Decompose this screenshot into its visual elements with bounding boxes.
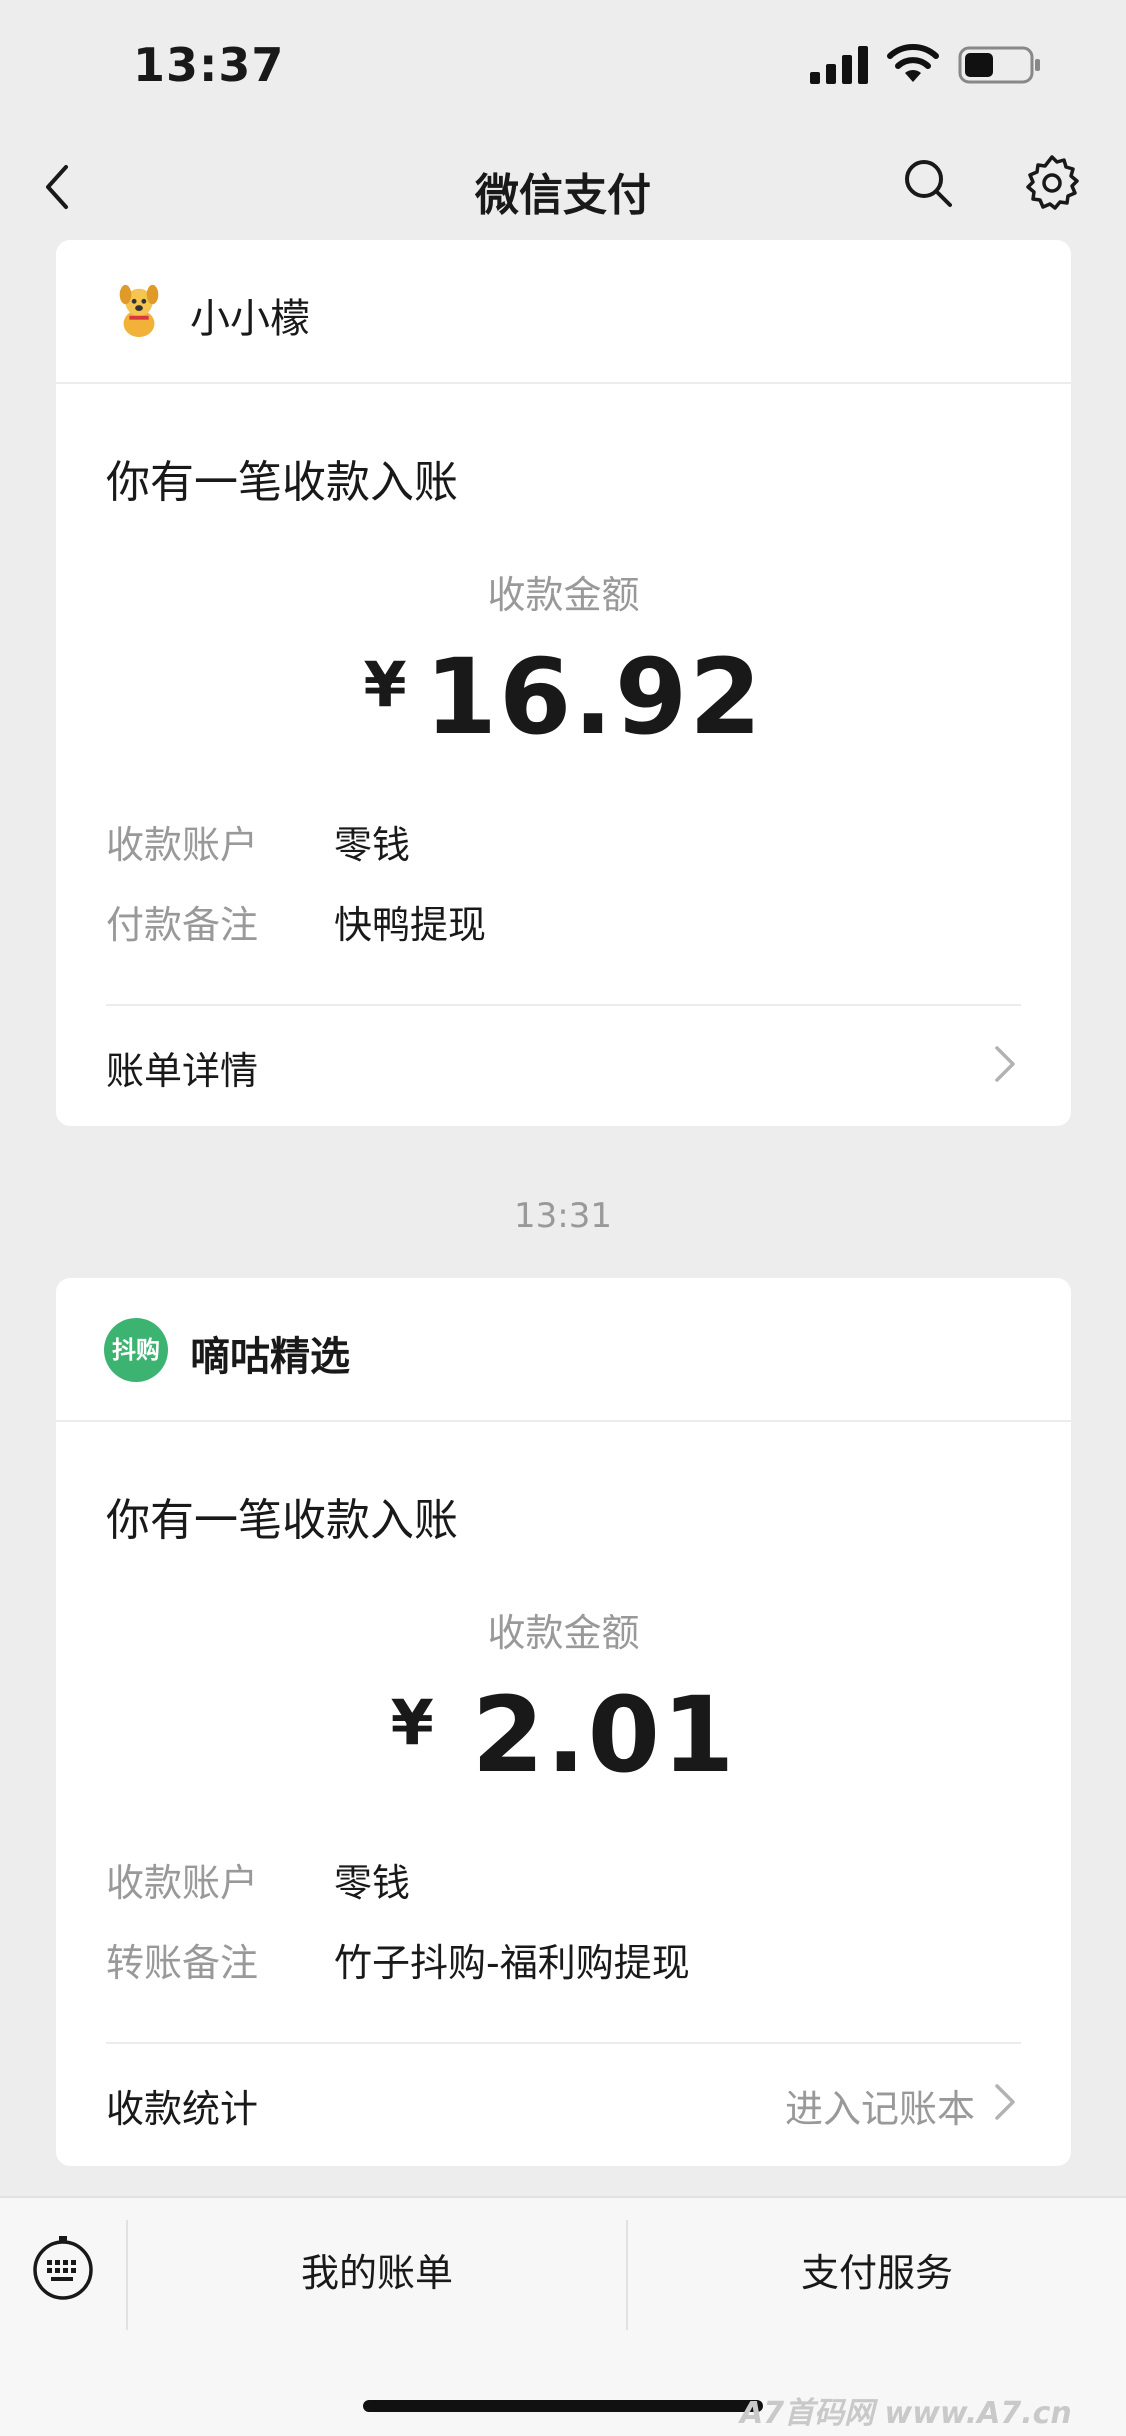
account-value: 零钱 (334, 823, 411, 867)
merchant-logo: 抖购 (104, 1318, 168, 1382)
payment-card[interactable]: 小小檬 你有一笔收款入账 收款金额 ¥16.92 收款账户 零钱 付款备注 快鸭… (56, 240, 1071, 1126)
card-headline: 你有一笔收款入账 (106, 457, 458, 508)
chevron-right-icon (995, 1046, 1015, 1082)
merchant-logo-dog-icon (119, 284, 159, 338)
account-label: 收款账户 (106, 1861, 259, 1905)
account-label: 收款账户 (106, 823, 259, 867)
merchant-name: 小小檬 (190, 296, 310, 342)
remark-value: 竹子抖购-福利购提现 (334, 1941, 690, 1985)
wifi-icon (887, 44, 939, 82)
bill-details-link[interactable]: 账单详情 (106, 1040, 258, 1095)
amount-label: 收款金额 (487, 573, 640, 617)
keyboard-icon[interactable] (30, 2232, 96, 2304)
my-bills-tab[interactable]: 我的账单 (128, 2242, 626, 2297)
amount-value: 16.92 (424, 636, 764, 758)
currency-symbol: ¥ (363, 648, 407, 721)
message-timestamp: 13:31 (514, 1196, 612, 1236)
remark-value: 快鸭提现 (334, 903, 487, 947)
account-value: 零钱 (334, 1861, 411, 1905)
status-time: 13:37 (133, 38, 285, 92)
income-stats-link[interactable]: 收款统计 (106, 2078, 258, 2133)
payment-services-tab[interactable]: 支付服务 (628, 2242, 1126, 2297)
amount-value: 2.01 (471, 1674, 737, 1796)
divider (106, 1004, 1021, 1006)
payment-card[interactable]: 抖购 嘀咕精选 你有一笔收款入账 收款金额 ¥2.01 收款账户 零钱 转账备注… (56, 1278, 1071, 2166)
amount-row: ¥16.92 (56, 636, 1071, 758)
currency-symbol: ¥ (390, 1686, 434, 1759)
gear-icon[interactable] (1022, 153, 1082, 213)
merchant-name: 嘀咕精选 (190, 1334, 350, 1380)
page-title: 微信支付 (475, 170, 651, 221)
amount-row: ¥2.01 (56, 1674, 1071, 1796)
search-icon[interactable] (900, 155, 956, 211)
amount-label: 收款金额 (487, 1611, 640, 1655)
remark-label: 转账备注 (106, 1941, 259, 1985)
card-header: 抖购 嘀咕精选 (56, 1278, 1071, 1422)
cellular-signal-icon (810, 46, 868, 84)
remark-label: 付款备注 (106, 903, 259, 947)
home-indicator (363, 2400, 763, 2412)
chevron-right-icon (995, 2084, 1015, 2120)
status-bar: 13:37 (0, 0, 1126, 135)
card-header: 小小檬 (56, 240, 1071, 384)
nav-bar: 微信支付 (0, 135, 1126, 240)
divider (106, 2042, 1021, 2044)
watermark: A7首码网 www.A7.cn (740, 2396, 1072, 2431)
ledger-link[interactable]: 进入记账本 (785, 2078, 975, 2133)
battery-icon (958, 46, 1040, 84)
card-headline: 你有一笔收款入账 (106, 1495, 458, 1546)
